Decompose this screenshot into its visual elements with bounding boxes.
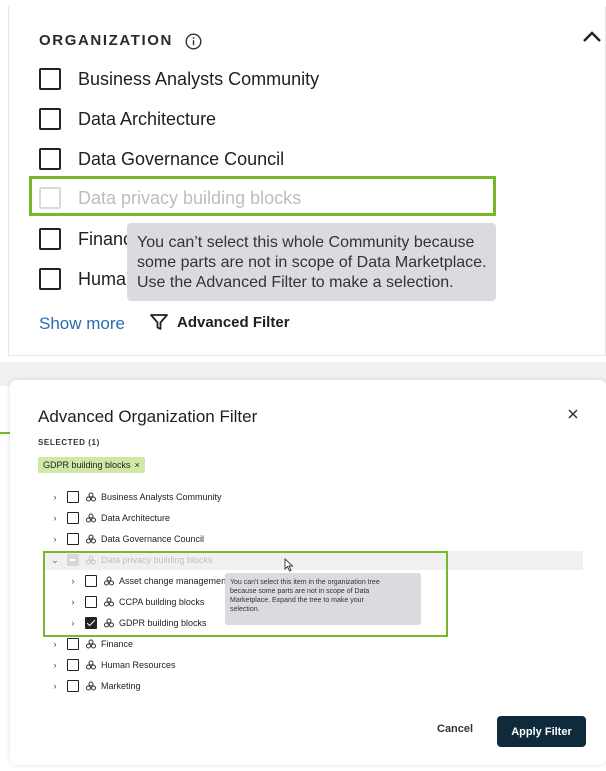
tree-label: Marketing [101, 681, 141, 691]
advanced-filter-label: Advanced Filter [177, 313, 290, 331]
checkbox[interactable] [39, 148, 61, 170]
tooltip-line: You can’t select this whole Community be… [137, 234, 475, 251]
tree-checkbox[interactable] [67, 659, 79, 671]
organization-filter-panel: ORGANIZATION Business Analysts Community… [8, 6, 606, 356]
expand-caret-icon[interactable]: › [50, 660, 60, 670]
tree-checkbox[interactable] [67, 491, 79, 503]
checkbox[interactable] [39, 108, 61, 130]
advanced-organization-filter-modal: Advanced Organization Filter SELECTED (1… [10, 380, 606, 765]
expand-caret-icon[interactable]: › [50, 513, 60, 523]
community-icon [86, 681, 96, 691]
organization-header: ORGANIZATION [39, 32, 173, 49]
expand-caret-icon[interactable]: › [50, 492, 60, 502]
tree-checkbox[interactable] [67, 533, 79, 545]
accent-mark [0, 432, 10, 434]
selected-count-label: SELECTED (1) [38, 438, 100, 447]
chip-label: GDPR building blocks [43, 460, 131, 470]
community-icon [86, 513, 96, 523]
funnel-icon [150, 314, 168, 330]
community-icon [86, 534, 96, 544]
chip-remove-icon[interactable]: × [135, 460, 140, 470]
tooltip: You can’t select this whole Community be… [127, 223, 496, 301]
checkbox[interactable] [39, 228, 61, 250]
modal-title: Advanced Organization Filter [38, 407, 258, 426]
tree-label: Data Governance Council [101, 534, 205, 544]
highlight-box [29, 176, 496, 216]
tree-row[interactable]: › Human Resources [50, 656, 176, 674]
tooltip-line: some parts are not in scope of Data Mark… [137, 254, 487, 271]
tooltip-line: selection. [230, 606, 260, 613]
organization-item-label: Data Governance Council [78, 148, 285, 169]
mouse-cursor-icon [284, 558, 294, 572]
tooltip-line: because some parts are not in scope of D… [230, 588, 370, 595]
checkbox[interactable] [39, 268, 61, 290]
tree-checkbox[interactable] [67, 680, 79, 692]
tooltip-line: Use the Advanced Filter to make a select… [137, 274, 454, 291]
cancel-button[interactable]: Cancel [437, 723, 473, 735]
expand-caret-icon[interactable]: › [50, 639, 60, 649]
checkbox[interactable] [39, 68, 61, 90]
close-icon[interactable] [566, 407, 580, 421]
info-icon[interactable] [185, 33, 202, 50]
organization-item[interactable]: Business Analysts Community [39, 65, 319, 93]
organization-item[interactable]: Data Architecture [39, 105, 216, 133]
expand-caret-icon[interactable]: › [50, 534, 60, 544]
tree-row[interactable]: › Finance [50, 635, 133, 653]
tree-label: Human Resources [101, 660, 176, 670]
tree-checkbox[interactable] [67, 638, 79, 650]
organization-item-label: Data Architecture [78, 108, 217, 129]
tree-checkbox[interactable] [67, 512, 79, 524]
tree-label: Data Architecture [101, 513, 171, 523]
chevron-up-icon[interactable] [581, 26, 603, 48]
tree-row[interactable]: › Marketing [50, 677, 141, 695]
expand-caret-icon[interactable]: › [50, 681, 60, 691]
organization-item-label: Business Analysts Community [78, 68, 320, 89]
tooltip-line: Marketplace. Expand the tree to make you… [230, 597, 364, 604]
advanced-filter-button[interactable]: Advanced Filter [149, 312, 290, 332]
community-icon [86, 660, 96, 670]
organization-item[interactable]: Data Governance Council [39, 145, 284, 173]
tree-row[interactable]: › Data Architecture [50, 509, 170, 527]
community-icon [86, 639, 96, 649]
tooltip-line: You can't select this item in the organi… [230, 579, 380, 586]
community-icon [86, 492, 96, 502]
apply-filter-button[interactable]: Apply Filter [497, 716, 586, 747]
selected-chip: GDPR building blocks × [38, 457, 145, 473]
tree-label: Finance [101, 639, 134, 649]
tree-row[interactable]: › Data Governance Council [50, 530, 204, 548]
tree-row[interactable]: › Business Analysts Community [50, 488, 222, 506]
tree-label: Business Analysts Community [101, 492, 222, 502]
tooltip: You can't select this item in the organi… [225, 573, 421, 625]
show-more-link[interactable]: Show more [39, 314, 125, 334]
